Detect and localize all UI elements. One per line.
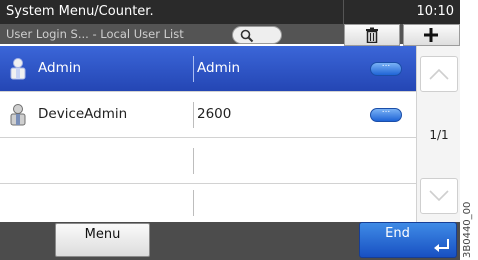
add-user-button[interactable] <box>403 24 460 46</box>
local-user-list-screen: System Menu/Counter. 10:10 User Login S.… <box>0 0 460 260</box>
user-value: 2600 <box>197 106 232 122</box>
enter-icon <box>434 239 449 252</box>
clock: 10:10 <box>416 4 454 19</box>
menu-button[interactable]: Menu <box>55 223 150 257</box>
trash-icon <box>366 27 378 43</box>
user-detail-button[interactable]: ... <box>370 59 402 76</box>
plus-icon <box>424 28 438 42</box>
empty-row <box>0 138 416 184</box>
screen-title: System Menu/Counter. <box>6 4 154 19</box>
scroll-column: 1/1 <box>416 46 460 222</box>
scroll-up-button[interactable] <box>420 56 458 92</box>
end-button[interactable]: End <box>359 222 457 258</box>
sub-header: User Login S... - Local User List <box>0 24 460 46</box>
search-icon <box>240 29 254 43</box>
user-value: Admin <box>197 60 241 76</box>
column-divider <box>193 190 194 216</box>
column-divider <box>193 148 194 174</box>
user-row-deviceadmin[interactable]: DeviceAdmin 2600 ... <box>0 92 416 138</box>
search-button[interactable] <box>232 26 282 44</box>
chevron-down-icon <box>429 190 449 202</box>
user-name: DeviceAdmin <box>38 106 128 122</box>
bottom-bar: Menu End <box>0 222 460 260</box>
empty-row <box>0 184 416 222</box>
detail-label: ... <box>381 105 391 115</box>
scroll-down-button[interactable] <box>420 178 458 214</box>
delete-button[interactable] <box>344 24 400 46</box>
user-icon <box>10 104 26 126</box>
title-divider <box>343 0 344 24</box>
detail-label: ... <box>381 59 391 69</box>
end-label: End <box>385 226 410 241</box>
chevron-up-icon <box>429 68 449 80</box>
user-icon <box>10 58 26 80</box>
column-divider <box>193 102 194 128</box>
user-detail-button[interactable]: ... <box>370 105 402 122</box>
breadcrumb: User Login S... - Local User List <box>6 27 184 41</box>
column-divider <box>193 56 194 82</box>
user-name: Admin <box>38 60 82 76</box>
menu-label: Menu <box>84 227 121 242</box>
page-indicator: 1/1 <box>429 128 449 142</box>
image-code-label: 3B0440_00 <box>462 201 473 258</box>
title-bar: System Menu/Counter. 10:10 <box>0 0 460 24</box>
user-row-admin[interactable]: Admin Admin ... <box>0 46 416 92</box>
